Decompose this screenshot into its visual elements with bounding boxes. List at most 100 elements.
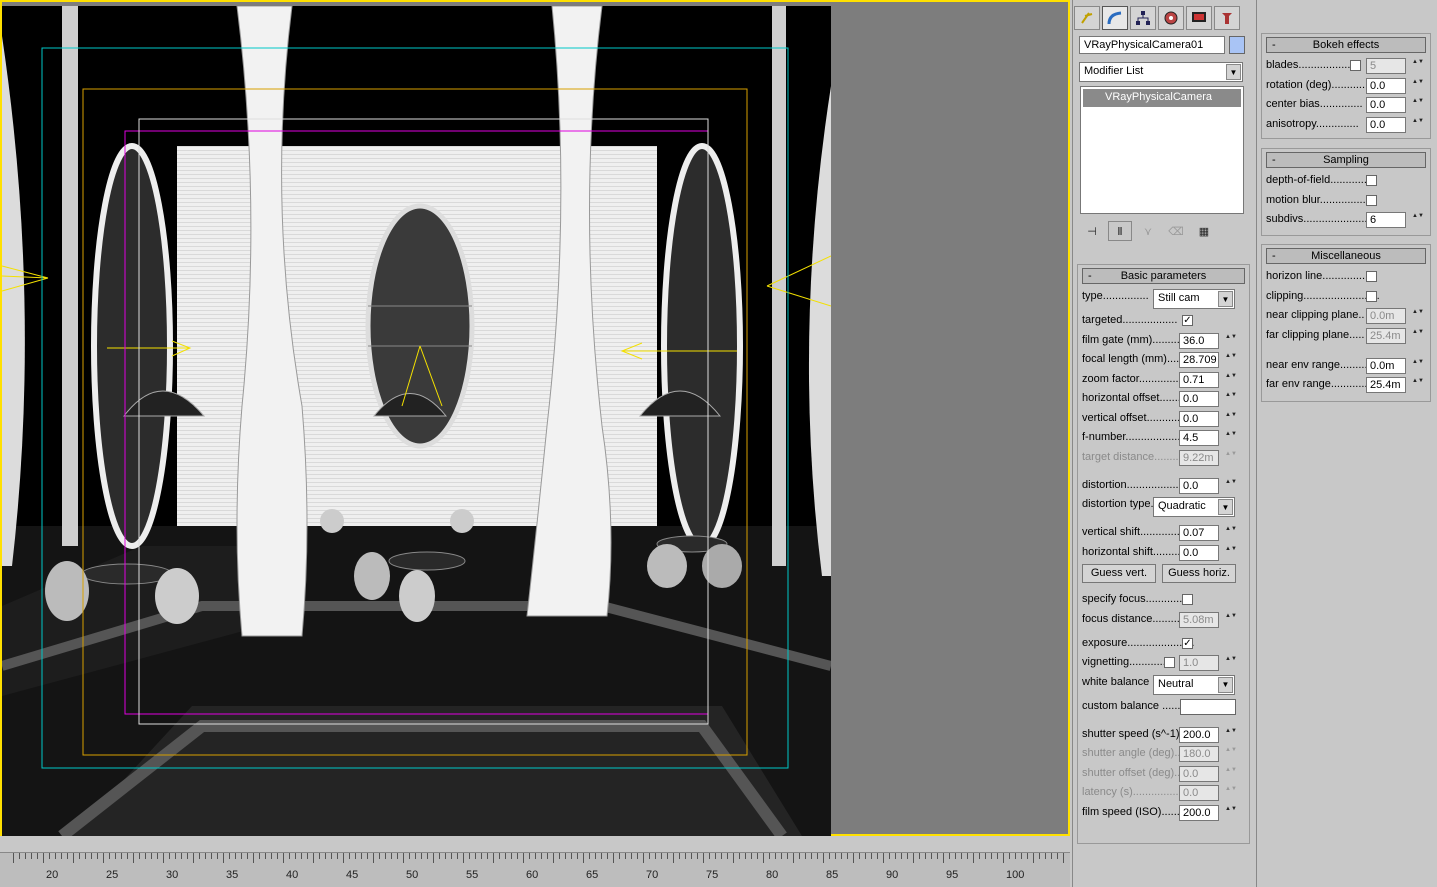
spinner-arrows-icon[interactable]: ▲▼: [1412, 58, 1424, 74]
blades-checkbox[interactable]: [1350, 60, 1361, 71]
timeline-tick: [997, 853, 998, 859]
timeline-tick: [631, 853, 632, 859]
film-speed-spinner[interactable]: 200.0: [1179, 804, 1219, 821]
timeline-tick: [853, 853, 854, 863]
viewport-render[interactable]: [2, 6, 831, 836]
spinner-arrows-icon[interactable]: ▲▼: [1225, 372, 1237, 388]
stack-item-vrayphysicalcamera[interactable]: VRayPhysicalCamera: [1083, 89, 1241, 107]
center-bias-spinner[interactable]: 0.0: [1366, 97, 1406, 113]
anisotropy-label: anisotropy..............: [1266, 117, 1359, 130]
spinner-arrows-icon[interactable]: ▲▼: [1412, 328, 1424, 344]
spinner-arrows-icon[interactable]: ▲▼: [1225, 545, 1237, 561]
center-bias-label: center bias..............: [1266, 98, 1363, 110]
timeline-tick: [637, 853, 638, 859]
depth-of-field-checkbox[interactable]: [1366, 175, 1377, 186]
timeline-tick: [691, 853, 692, 859]
white-balance-dropdown[interactable]: Neutral ▼: [1153, 674, 1235, 695]
guess-vert-button[interactable]: Guess vert.: [1082, 564, 1156, 583]
basic-parameters-header[interactable]: - Basic parameters: [1082, 268, 1245, 284]
distortion-type-dropdown[interactable]: Quadratic ▼: [1153, 497, 1235, 517]
sampling-header[interactable]: - Sampling: [1266, 152, 1426, 168]
guess-horiz-button[interactable]: Guess horiz.: [1162, 564, 1236, 583]
spinner-arrows-icon[interactable]: ▲▼: [1225, 478, 1237, 494]
targeted-checkbox[interactable]: ✓: [1182, 315, 1193, 326]
spinner-arrows-icon[interactable]: ▲▼: [1412, 97, 1424, 113]
camera-type-dropdown[interactable]: Still cam ▼: [1153, 289, 1235, 309]
spinner-arrows-icon[interactable]: ▲▼: [1225, 655, 1237, 671]
timeline-tick: [589, 853, 590, 859]
modify-icon[interactable]: [1102, 6, 1128, 30]
spinner-arrows-icon[interactable]: ▲▼: [1225, 411, 1237, 427]
subdivs-spinner[interactable]: 6: [1366, 212, 1406, 228]
miscellaneous-header[interactable]: - Miscellaneous: [1266, 248, 1426, 264]
spinner-arrows-icon[interactable]: ▲▼: [1412, 308, 1424, 324]
hierarchy-icon[interactable]: [1130, 6, 1156, 30]
spinner-arrows-icon[interactable]: ▲▼: [1412, 212, 1424, 228]
horizon-line-checkbox[interactable]: [1366, 271, 1377, 282]
spinner-arrows-icon[interactable]: ▲▼: [1225, 805, 1237, 821]
timeline-tick: [79, 853, 80, 859]
vertical-shift-spinner[interactable]: 0.07: [1179, 525, 1219, 541]
make-unique-icon[interactable]: ⋎: [1136, 221, 1160, 241]
white-balance-label: white balance: [1082, 675, 1150, 688]
far-env-range-spinner[interactable]: 25.4m: [1366, 377, 1406, 393]
motion-blur-checkbox[interactable]: [1366, 194, 1377, 206]
near-env-range-spinner[interactable]: 0.0m: [1366, 357, 1406, 374]
horizontal-shift-label: horizontal shift...........: [1082, 545, 1187, 558]
spinner-arrows-icon[interactable]: ▲▼: [1412, 377, 1424, 393]
spinner-arrows-icon[interactable]: ▲▼: [1412, 78, 1424, 94]
anisotropy-spinner[interactable]: 0.0: [1366, 116, 1406, 133]
spinner-arrows-icon[interactable]: ▲▼: [1225, 727, 1237, 743]
vignetting-checkbox[interactable]: [1164, 657, 1175, 668]
timeline-tick: [679, 853, 680, 859]
spinner-arrows-icon[interactable]: ▲▼: [1225, 391, 1237, 407]
near-clipping-plane-spinner: 0.0m: [1366, 308, 1406, 324]
timeline-tick: [907, 853, 908, 859]
command-panel-tabs: [1073, 4, 1256, 32]
timeline-tick: [823, 853, 824, 863]
utilities-icon[interactable]: [1214, 6, 1240, 30]
clipping-checkbox[interactable]: [1366, 290, 1377, 302]
motion-icon[interactable]: [1158, 6, 1184, 30]
horizontal-shift-spinner[interactable]: 0.0: [1179, 544, 1219, 561]
camera-viewport[interactable]: [0, 0, 1070, 836]
near-env-range-label: near env range.........: [1266, 358, 1368, 371]
create-icon[interactable]: [1074, 6, 1100, 30]
shutter-speed-spinner[interactable]: 200.0: [1179, 726, 1219, 743]
bokeh-effects-header[interactable]: - Bokeh effects: [1266, 37, 1426, 53]
rotation-spinner[interactable]: 0.0: [1366, 77, 1406, 94]
spinner-arrows-icon[interactable]: ▲▼: [1412, 117, 1424, 133]
spinner-arrows-icon[interactable]: ▲▼: [1412, 358, 1424, 374]
focal-length-spinner[interactable]: 28.709: [1179, 352, 1219, 368]
distortion-spinner[interactable]: 0.0: [1179, 477, 1219, 494]
configure-modifier-sets-icon[interactable]: ▦: [1192, 221, 1216, 241]
distortion-label: distortion....................: [1082, 478, 1188, 491]
zoom-factor-spinner[interactable]: 0.71: [1179, 371, 1219, 388]
pin-stack-icon[interactable]: ⊣: [1080, 221, 1104, 241]
timeline-ruler[interactable]: 20 25 30 35 40 45 50 55 60 65 70 75 80 85 90 95 100: [0, 852, 1070, 887]
object-color-swatch[interactable]: [1229, 36, 1245, 54]
spinner-arrows-icon[interactable]: ▲▼: [1225, 333, 1237, 349]
spinner-arrows-icon[interactable]: ▲▼: [1225, 525, 1237, 541]
display-icon[interactable]: [1186, 6, 1212, 30]
horizontal-offset-spinner[interactable]: 0.0: [1179, 391, 1219, 407]
timeline-tick: [709, 853, 710, 859]
exposure-checkbox[interactable]: ✓: [1182, 637, 1193, 649]
modifier-list-dropdown[interactable]: Modifier List ▼: [1079, 62, 1243, 82]
specify-focus-checkbox[interactable]: [1182, 594, 1193, 605]
spinner-arrows-icon[interactable]: ▲▼: [1225, 430, 1237, 446]
timeline-tick: [889, 853, 890, 859]
remove-modifier-icon[interactable]: ⌫: [1164, 221, 1188, 241]
f-number-spinner[interactable]: 4.5: [1179, 430, 1219, 446]
modifier-stack[interactable]: VRayPhysicalCamera: [1080, 86, 1244, 214]
custom-balance-swatch[interactable]: [1180, 698, 1236, 715]
show-end-result-icon[interactable]: Ⅱ: [1108, 221, 1132, 241]
vertical-offset-spinner[interactable]: 0.0: [1179, 410, 1219, 427]
spinner-arrows-icon[interactable]: ▲▼: [1225, 612, 1237, 628]
object-name-field[interactable]: VRayPhysicalCamera01: [1079, 36, 1225, 54]
timeline-tick: [397, 853, 398, 859]
spinner-arrows-icon[interactable]: ▲▼: [1225, 352, 1237, 368]
timeline-tick: [43, 853, 44, 863]
timeline-tick: [253, 853, 254, 863]
film-gate-spinner[interactable]: 36.0: [1179, 332, 1219, 349]
